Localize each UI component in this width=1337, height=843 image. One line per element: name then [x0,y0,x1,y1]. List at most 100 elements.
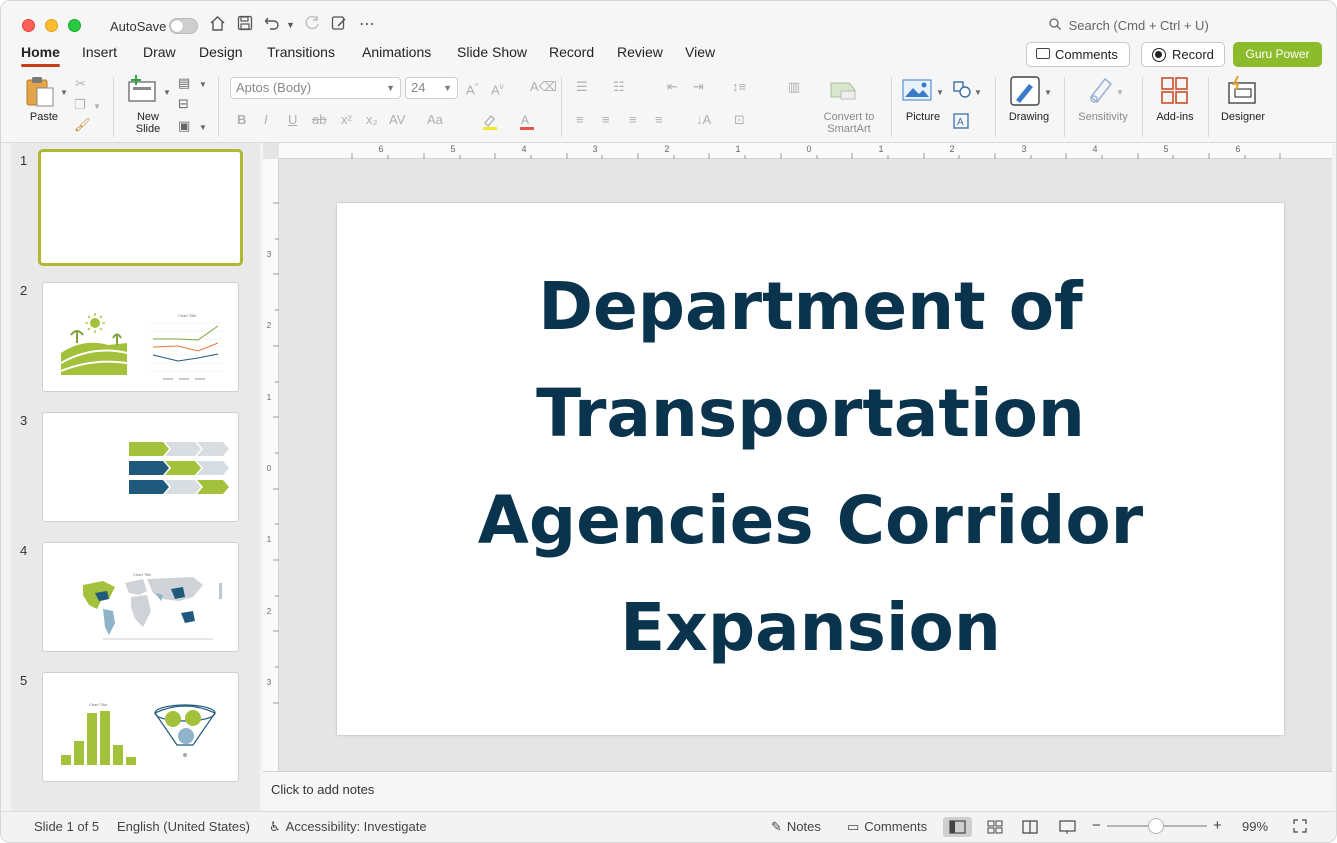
font-color-icon[interactable]: A [518,113,536,134]
tab-transitions[interactable]: Transitions [267,44,335,60]
slide-show-button[interactable] [1053,817,1082,837]
font-size-select[interactable]: 24 ▼ [405,77,458,99]
redo-icon[interactable] [304,15,320,35]
highlight-color-icon[interactable] [481,113,499,134]
shapes-dropdown-chevron-icon[interactable]: ▼ [974,86,982,100]
drawing-dropdown-chevron-icon[interactable]: ▼ [1044,86,1052,100]
font-name-select[interactable]: Aptos (Body) ▼ [230,77,401,99]
notes-pane[interactable]: Click to add notes [263,771,1332,811]
thumbnail-slide-5[interactable]: Chart Title [42,672,239,782]
superscript-icon[interactable]: x² [341,113,352,127]
more-options-icon[interactable]: ⋯ [359,15,375,35]
fit-to-window-icon[interactable] [1293,819,1307,836]
layout-dropdown-chevron-icon[interactable]: ▼ [199,78,207,92]
align-text-icon[interactable]: ⊡ [734,113,745,127]
copy-icon[interactable]: ❐ [74,98,86,112]
change-case-icon[interactable]: Aa [427,113,443,127]
align-left-icon[interactable]: ≡ [576,113,584,127]
notes-toggle-button[interactable]: ✎ Notes [771,819,821,835]
columns-icon[interactable]: ▥ [788,80,800,94]
close-window-button[interactable] [22,19,35,32]
thumbnail-slide-2[interactable]: Chart Title [42,282,239,392]
undo-icon[interactable] [264,15,280,35]
increase-font-size-icon[interactable]: A^ [466,80,478,97]
justify-icon[interactable]: ≡ [655,113,663,127]
thumbnail-slide-4[interactable]: Chart Title [42,542,239,652]
tab-slide-show[interactable]: Slide Show [457,44,527,60]
text-box-icon[interactable]: A [953,113,969,132]
clear-formatting-icon[interactable]: A⌫ [530,80,557,94]
shapes-icon[interactable] [953,81,973,102]
tab-draw[interactable]: Draw [143,44,176,60]
bold-icon[interactable]: B [237,113,246,127]
section-dropdown-chevron-icon[interactable]: ▼ [199,121,207,135]
decrease-font-size-icon[interactable]: Av [491,80,504,97]
horizontal-ruler[interactable]: 6 5 4 3 2 1 0 1 2 3 4 5 6 [279,143,1332,159]
decrease-indent-icon[interactable]: ⇤ [667,80,678,94]
language-indicator[interactable]: English (United States) [117,819,250,834]
increase-indent-icon[interactable]: ⇥ [693,80,704,94]
slide-sorter-button[interactable] [981,817,1010,837]
designer-icon[interactable] [1226,75,1258,108]
zoom-level[interactable]: 99% [1242,819,1268,834]
layout-icon[interactable]: ▤ [178,76,190,90]
paste-icon[interactable] [24,75,58,112]
save-icon[interactable] [237,15,253,35]
picture-icon[interactable] [902,79,932,104]
slide-editor[interactable]: 6 5 4 3 2 1 0 1 2 3 4 5 6 3 2 1 0 1 2 3 … [263,143,1332,771]
tab-review[interactable]: Review [617,44,663,60]
home-icon[interactable] [209,15,226,35]
tab-insert[interactable]: Insert [82,44,117,60]
tab-view[interactable]: View [685,44,715,60]
align-right-icon[interactable]: ≡ [629,113,637,127]
zoom-in-button[interactable]: + [1213,817,1222,834]
autosave-toggle[interactable] [169,18,198,34]
drawing-icon[interactable] [1009,75,1041,110]
sensitivity-icon[interactable] [1087,75,1115,108]
tab-animations[interactable]: Animations [362,44,431,60]
new-slide-dropdown-chevron-icon[interactable]: ▼ [163,86,171,100]
slide-thumbnails-pane[interactable]: 1 2 Chart Title 3 4 Chart Title 5 Chart … [11,143,260,811]
numbering-icon[interactable]: ☷ [613,80,625,94]
slide-title-textbox[interactable]: Department of Transportation Agencies Co… [377,253,1244,681]
italic-icon[interactable]: I [264,113,268,127]
strikethrough-icon[interactable]: ab [312,113,326,127]
search-input[interactable]: Search (Cmd + Ctrl + U) [1049,18,1209,33]
zoom-window-button[interactable] [68,19,81,32]
reset-slide-icon[interactable]: ⊟ [178,97,189,111]
section-icon[interactable]: ▣ [178,119,190,133]
new-slide-icon[interactable] [127,75,159,106]
thumbnail-slide-3[interactable] [42,412,239,522]
copy-dropdown-chevron-icon[interactable]: ▼ [93,100,101,114]
normal-view-button[interactable] [943,817,972,837]
comments-button[interactable]: Comments [1026,42,1130,67]
tab-design[interactable]: Design [199,44,243,60]
smartart-icon[interactable] [829,79,859,104]
bullets-icon[interactable]: ☰ [576,80,588,94]
align-center-icon[interactable]: ≡ [602,113,610,127]
subscript-icon[interactable]: x₂ [366,113,378,127]
thumbnail-slide-1[interactable] [38,149,243,266]
minimize-window-button[interactable] [45,19,58,32]
guru-power-button[interactable]: Guru Power [1233,42,1322,67]
paste-dropdown-chevron-icon[interactable]: ▼ [60,86,68,100]
comments-toggle-button[interactable]: ▭ Comments [847,819,927,835]
tab-home[interactable]: Home [21,44,60,67]
sensitivity-dropdown-chevron-icon[interactable]: ▼ [1116,86,1124,100]
accessibility-button[interactable]: ♿ Accessibility: Investigate [269,819,427,835]
tab-record[interactable]: Record [549,44,594,60]
underline-icon[interactable]: U [288,113,297,127]
record-button[interactable]: Record [1141,42,1225,67]
undo-dropdown-chevron-icon[interactable]: ▼ [286,15,295,35]
zoom-slider-thumb[interactable] [1148,818,1164,834]
line-spacing-icon[interactable]: ↕≡ [732,80,746,94]
cut-icon[interactable]: ✂ [75,77,86,91]
zoom-out-button[interactable]: − [1092,817,1101,834]
edit-document-icon[interactable] [331,15,347,35]
text-direction-icon[interactable]: ↓A [696,113,711,127]
format-painter-icon[interactable]: 🖌 [74,118,91,132]
current-slide-canvas[interactable]: Department of Transportation Agencies Co… [337,203,1284,735]
add-ins-icon[interactable] [1160,76,1190,109]
reading-view-button[interactable] [1016,817,1045,837]
character-spacing-icon[interactable]: AV [389,113,405,127]
